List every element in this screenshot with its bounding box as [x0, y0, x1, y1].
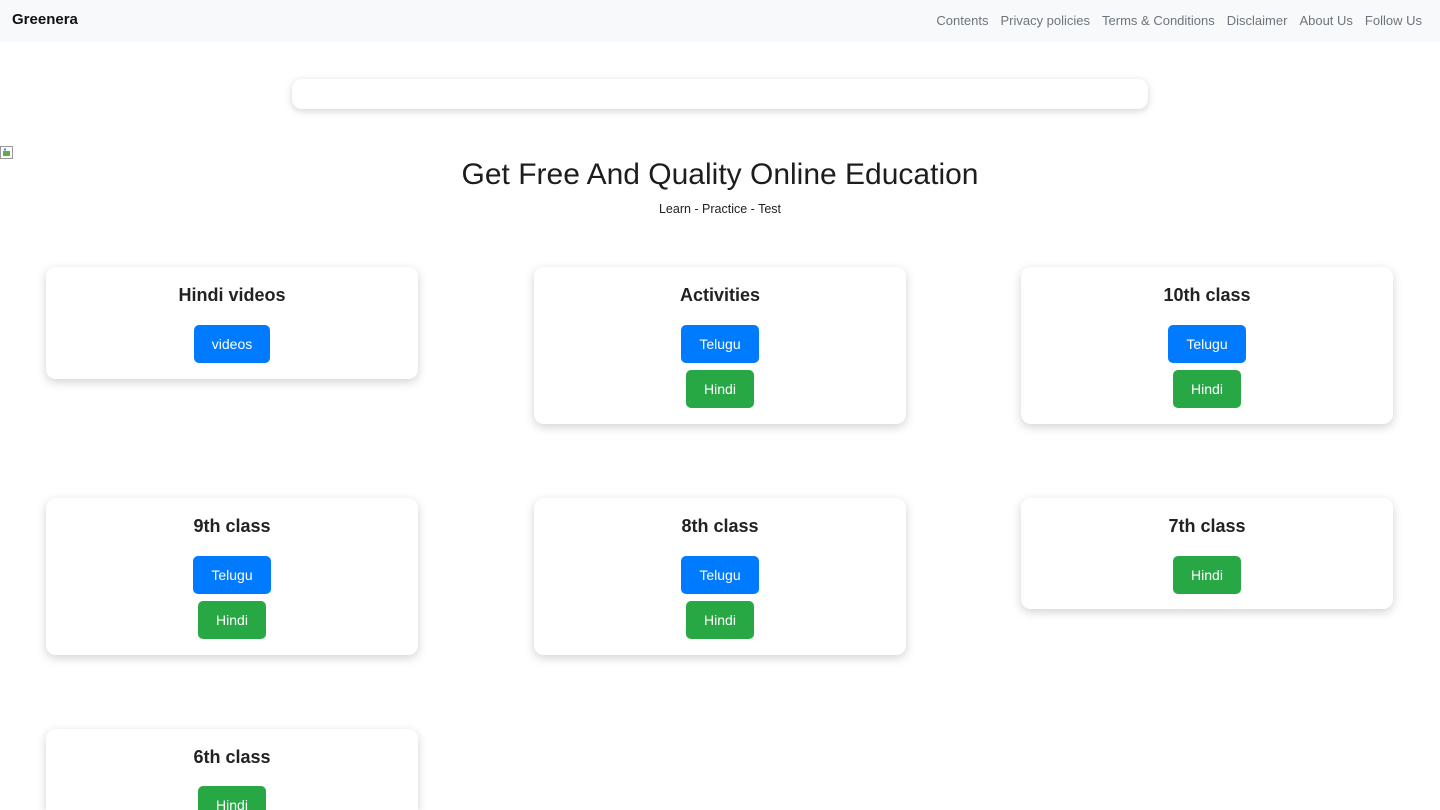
brand-logo[interactable]: Greenera	[12, 11, 78, 28]
card-title: 7th class	[1168, 516, 1246, 536]
card-title: 10th class	[1163, 285, 1251, 305]
nav-link-about-us[interactable]: About Us	[1299, 13, 1352, 28]
card-title: 6th class	[193, 747, 271, 767]
card-activities: Activities Telugu Hindi	[534, 267, 906, 424]
telugu-button[interactable]: Telugu	[681, 556, 759, 594]
card-title: 9th class	[193, 516, 271, 536]
nav-links: Contents Privacy policies Terms & Condit…	[936, 13, 1422, 28]
card-9th-class: 9th class Telugu Hindi	[46, 498, 418, 655]
card-8th-class: 8th class Telugu Hindi	[534, 498, 906, 655]
telugu-button[interactable]: Telugu	[681, 325, 759, 363]
telugu-button[interactable]: Telugu	[193, 556, 271, 594]
nav-link-contents[interactable]: Contents	[936, 13, 988, 28]
hero-subtitle: Learn - Practice - Test	[658, 202, 782, 216]
card-10th-class: 10th class Telugu Hindi	[1021, 267, 1393, 424]
card-title: Activities	[679, 285, 761, 305]
hindi-button[interactable]: Hindi	[198, 786, 266, 810]
card-title: Hindi videos	[178, 285, 286, 305]
card-7th-class: 7th class Hindi	[1021, 498, 1393, 609]
nav-link-follow-us[interactable]: Follow Us	[1365, 13, 1422, 28]
navbar: Greenera Contents Privacy policies Terms…	[0, 0, 1440, 42]
search-bar[interactable]	[292, 79, 1148, 109]
hindi-button[interactable]: Hindi	[1173, 370, 1241, 408]
card-hindi-videos: Hindi videos videos	[46, 267, 418, 379]
card-title: 8th class	[681, 516, 759, 536]
hindi-button[interactable]: Hindi	[686, 370, 754, 408]
card-6th-class: 6th class Hindi	[46, 729, 418, 810]
hindi-button[interactable]: Hindi	[1173, 556, 1241, 594]
telugu-button[interactable]: Telugu	[1168, 325, 1246, 363]
nav-link-privacy-policies[interactable]: Privacy policies	[1000, 13, 1090, 28]
hindi-button[interactable]: Hindi	[198, 601, 266, 639]
videos-button[interactable]: videos	[193, 325, 271, 363]
hindi-button[interactable]: Hindi	[686, 601, 754, 639]
nav-link-terms-conditions[interactable]: Terms & Conditions	[1102, 13, 1215, 28]
nav-link-disclaimer[interactable]: Disclaimer	[1227, 13, 1288, 28]
hero-title: Get Free And Quality Online Education	[461, 158, 979, 191]
